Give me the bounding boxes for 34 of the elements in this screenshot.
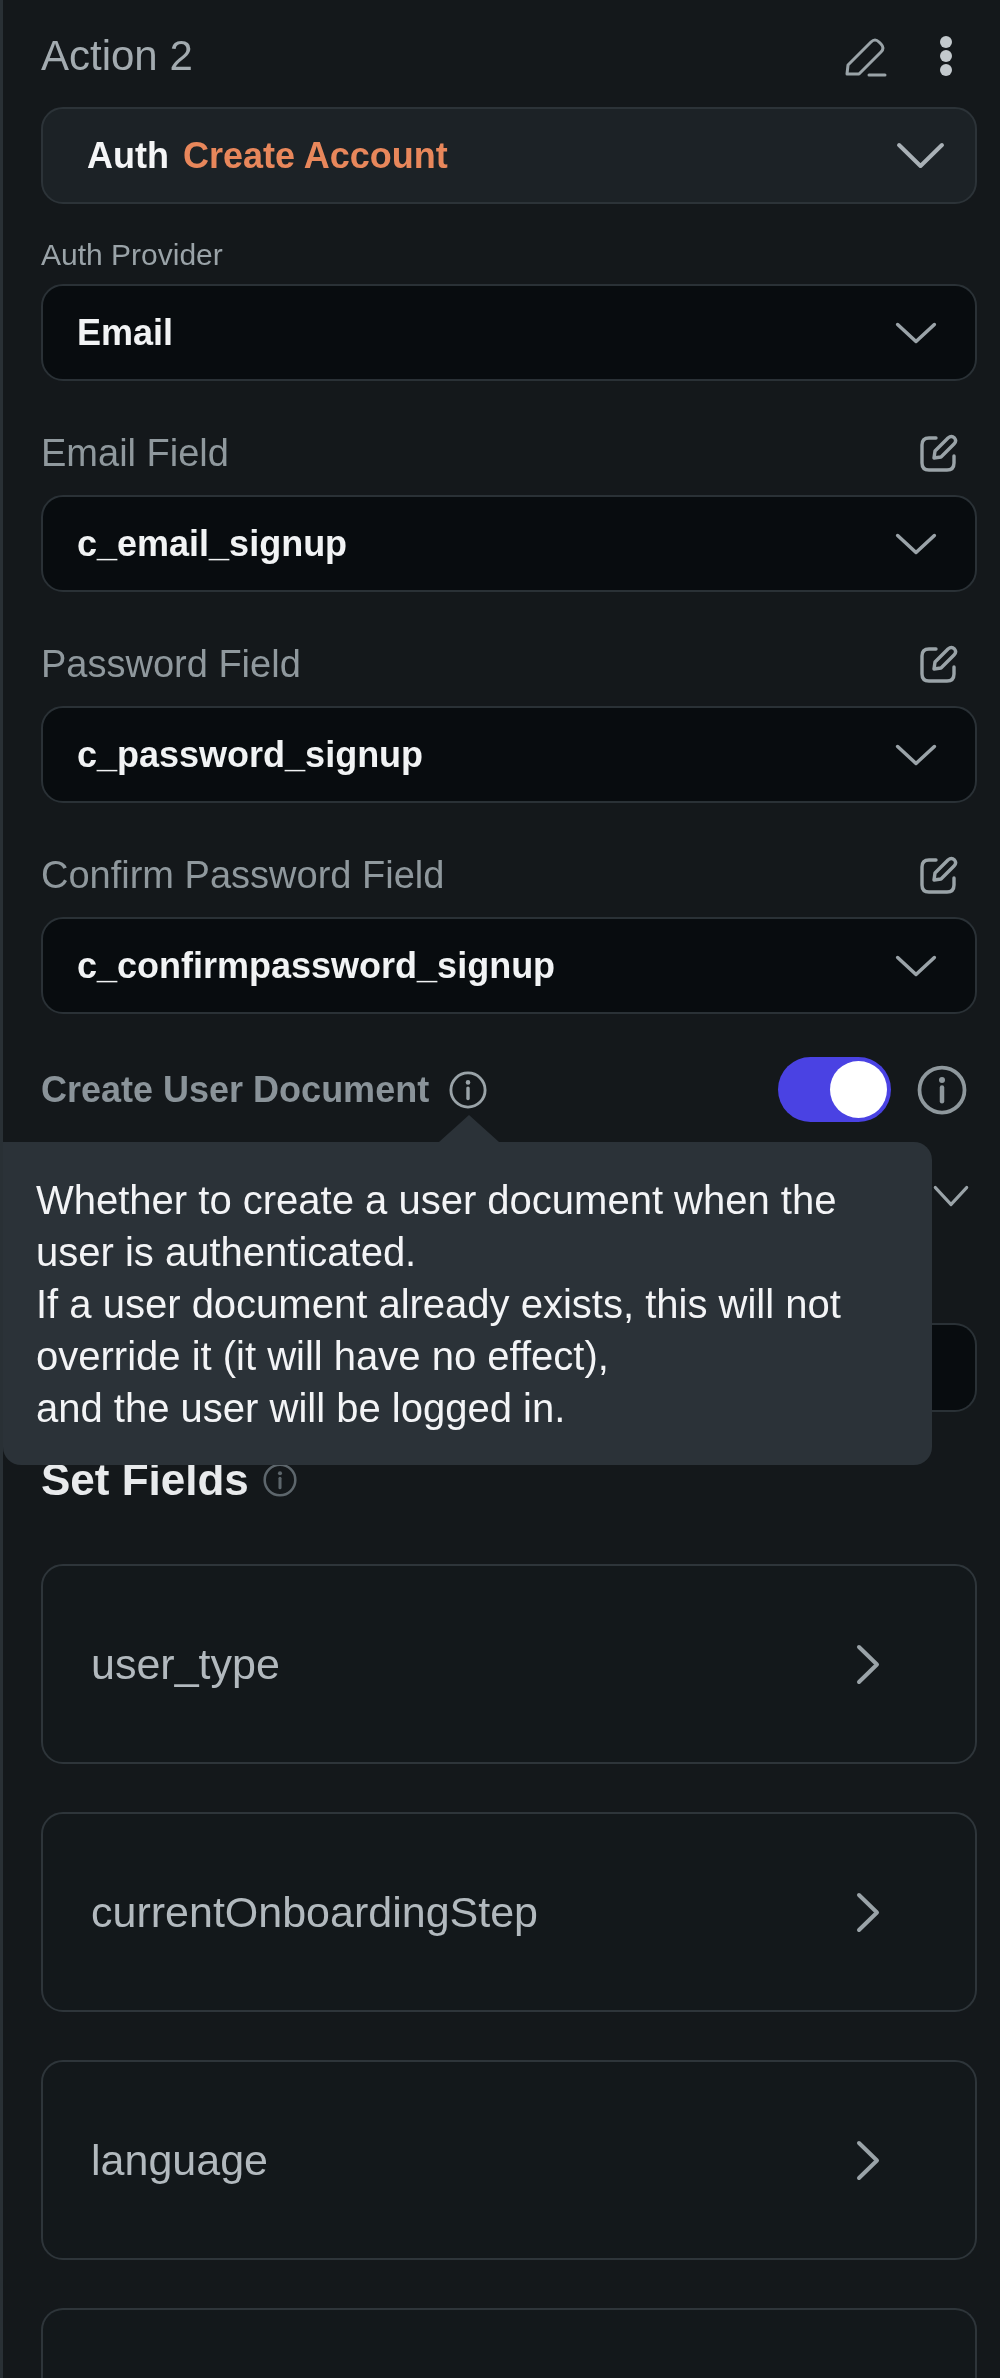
dropdown[interactable]: c_email_signup	[41, 495, 977, 593]
edit-icon[interactable]	[920, 645, 958, 684]
field-row[interactable]: user_type	[41, 1564, 977, 1764]
tooltip-text: Whether to create a user document when the user is authenticated. If a user document already exists, this will not override it (it will have no effect), and the user will be logged in.	[36, 1177, 842, 1432]
edit-icon[interactable]	[920, 856, 958, 895]
field-label: Auth Provider	[41, 238, 223, 273]
field-row[interactable]: currentOnboardingStep	[41, 1812, 977, 2012]
chevron-right-icon	[855, 2138, 881, 2182]
info-icon[interactable]	[262, 1463, 297, 1497]
section-title: Set Fields	[41, 1456, 249, 1504]
field-label: Email Field	[41, 431, 229, 476]
dropdown[interactable]: Email	[41, 284, 977, 382]
field-label: Confirm Password Field	[41, 853, 445, 898]
panel-title: Action 2	[41, 31, 193, 82]
field-label: Password Field	[41, 642, 301, 687]
chevron-down-icon	[895, 321, 937, 344]
chevron-down-icon	[895, 532, 937, 555]
chevron-right-icon	[855, 1890, 881, 1934]
toggle-label: Create User Document	[41, 1067, 430, 1112]
dropdown[interactable]: c_confirmpassword_signup	[41, 917, 977, 1015]
info-icon[interactable]	[449, 1070, 488, 1109]
more-options-icon[interactable]	[939, 36, 953, 77]
chevron-down-icon[interactable]	[933, 1185, 969, 1208]
chevron-down-icon	[895, 954, 937, 977]
edit-icon[interactable]	[920, 434, 958, 473]
info-icon[interactable]	[917, 1064, 967, 1115]
dropdown-field[interactable]	[929, 1323, 977, 1412]
field-row[interactable]	[41, 2308, 977, 2378]
chevron-down-icon	[895, 743, 937, 766]
dropdown[interactable]: c_password_signup	[41, 706, 977, 804]
chevron-down-icon	[896, 142, 945, 170]
field-row[interactable]: language	[41, 2060, 977, 2260]
action-dropdown[interactable]: Auth Create Account	[41, 107, 977, 205]
chevron-right-icon	[855, 1642, 881, 1686]
